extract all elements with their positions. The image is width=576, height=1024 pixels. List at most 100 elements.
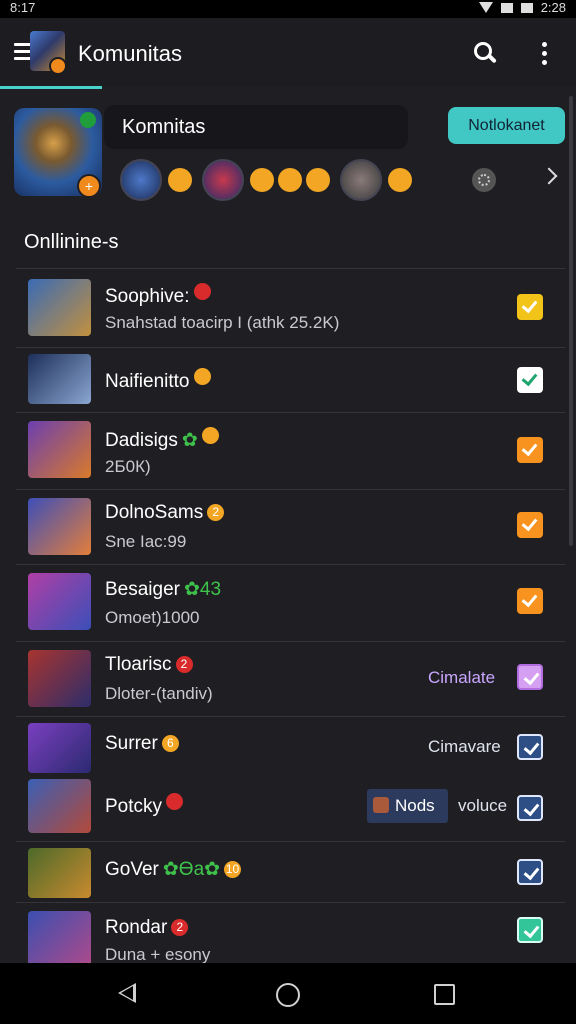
list-item[interactable]: Besaiger ✿43 Omoet)1000 [16, 564, 565, 641]
list-item[interactable]: Soophive: Snahstad toacirp I (athk 25.2K… [16, 268, 565, 347]
system-nav-bar [0, 963, 576, 1024]
community-avatar[interactable]: + [14, 108, 102, 198]
item-thumbnail [28, 421, 91, 478]
member-avatar[interactable] [202, 159, 244, 201]
item-checkbox[interactable] [517, 588, 543, 614]
item-title-line: Potcky [105, 793, 184, 818]
item-subtitle: Omoet)1000 [105, 608, 200, 627]
item-subtitle: Dloter-(tandiv) [105, 684, 213, 703]
badge-icon [193, 368, 211, 385]
battery-icon [520, 2, 533, 13]
status-icons: 2:28 [478, 0, 566, 15]
chevron-right-icon[interactable] [540, 167, 558, 185]
item-title-line: Surrer 6 [105, 733, 179, 755]
emoji-icon [250, 168, 274, 192]
item-thumbnail [28, 848, 91, 898]
item-badge: 6 [161, 735, 179, 752]
item-checkbox[interactable] [517, 859, 543, 885]
badge-icon [193, 283, 211, 300]
item-checkbox[interactable] [517, 917, 543, 943]
home-icon[interactable] [276, 983, 300, 1007]
app-avatar[interactable] [30, 31, 67, 75]
item-thumbnail [28, 354, 91, 404]
list-item[interactable]: Surrer 6 Cimavare [16, 716, 565, 777]
item-checkbox[interactable] [517, 512, 543, 538]
item-title: Rondar [105, 917, 168, 938]
online-badge-icon [80, 112, 96, 128]
scrollbar[interactable] [569, 96, 573, 546]
item-title: Naifienitto [105, 371, 190, 392]
item-subtitle: 2Б0К) [105, 457, 151, 476]
item-thumbnail [28, 650, 91, 707]
status-bar: 8:17 2:28 [0, 0, 576, 18]
list-item[interactable]: Dadisigs ✿ 2Б0К) [16, 412, 565, 489]
emoji-icon [278, 168, 302, 192]
member-avatar[interactable] [340, 159, 382, 201]
item-subtitle: Duna + esony [105, 945, 211, 964]
item-title: Soophive: [105, 286, 190, 307]
list-item[interactable]: DolnoSams 2 Sne Iac:99 [16, 489, 565, 564]
status-time: 8:17 [10, 0, 36, 15]
member-avatars [120, 159, 416, 201]
item-checkbox[interactable] [517, 664, 543, 690]
item-tag: Cimavare [428, 737, 501, 756]
list-item[interactable]: Potcky Nods voluce [16, 777, 565, 841]
item-title-line: Besaiger ✿43 [105, 578, 221, 601]
item-thumbnail [28, 498, 91, 555]
add-icon[interactable]: + [77, 174, 101, 198]
item-extra: ✿Ɵa✿ [162, 859, 221, 880]
join-button[interactable]: Notlokanet [448, 107, 565, 144]
member-avatar[interactable] [120, 159, 162, 201]
community-name: Komnitas [122, 116, 206, 138]
item-title-line: Rondar 2 [105, 917, 189, 939]
more-options-icon[interactable] [540, 42, 548, 66]
character-icon [373, 797, 389, 813]
notes-chip-label: Nods [395, 796, 435, 815]
item-checkbox[interactable] [517, 795, 543, 821]
signal-icon [500, 2, 513, 13]
item-subtitle: Snahstad toacirp I (athk 25.2K) [105, 313, 340, 332]
item-title: GoVer [105, 859, 159, 880]
emoji-icon [168, 168, 192, 192]
list-item[interactable]: GoVer ✿Ɵa✿ 10 [16, 841, 565, 902]
tab-indicator [0, 86, 102, 89]
item-badge: 2 [171, 919, 189, 936]
item-thumbnail [28, 723, 91, 773]
channel-list: Soophive: Snahstad toacirp I (athk 25.2K… [16, 268, 565, 973]
item-tag: voluce [458, 796, 508, 815]
item-title-line: Dadisigs ✿ [105, 427, 219, 452]
item-thumbnail [28, 573, 91, 630]
emoji-icon [388, 168, 412, 192]
list-item[interactable]: Tloarisc 2 Dloter-(tandiv) Cimalate [16, 641, 565, 716]
item-badge: 2 [175, 656, 193, 673]
list-item[interactable]: Naifienitto [16, 347, 565, 412]
badge-icon [201, 427, 219, 444]
item-checkbox[interactable] [517, 734, 543, 760]
item-badge: 10 [224, 861, 242, 878]
clover-icon: ✿ [181, 430, 198, 451]
badge-icon [166, 793, 184, 810]
item-title-line: Tloarisc 2 [105, 654, 193, 676]
item-thumbnail [28, 779, 91, 833]
item-checkbox[interactable] [517, 294, 543, 320]
settings-icon[interactable] [472, 168, 496, 192]
item-thumbnail [28, 279, 91, 336]
item-checkbox[interactable] [517, 437, 543, 463]
item-title: Surrer [105, 733, 158, 754]
page-title: Komunitas [78, 41, 182, 66]
notes-chip[interactable]: Nods [367, 789, 448, 823]
recent-apps-icon[interactable] [434, 984, 455, 1005]
item-title: Tloarisc [105, 654, 172, 675]
item-checkbox[interactable] [517, 367, 543, 393]
search-icon[interactable] [474, 42, 497, 64]
back-icon[interactable] [118, 983, 136, 1003]
item-badge: 2 [207, 504, 225, 521]
item-title-line: DolnoSams 2 [105, 502, 225, 524]
item-title: Potcky [105, 796, 163, 817]
avatar-badge-icon [49, 57, 67, 75]
item-title: DolnoSams [105, 502, 204, 523]
item-subtitle: Sne Iac:99 [105, 532, 187, 551]
item-extra: ✿43 [184, 579, 222, 600]
item-title-line: Soophive: [105, 283, 211, 308]
item-title: Besaiger [105, 579, 180, 600]
